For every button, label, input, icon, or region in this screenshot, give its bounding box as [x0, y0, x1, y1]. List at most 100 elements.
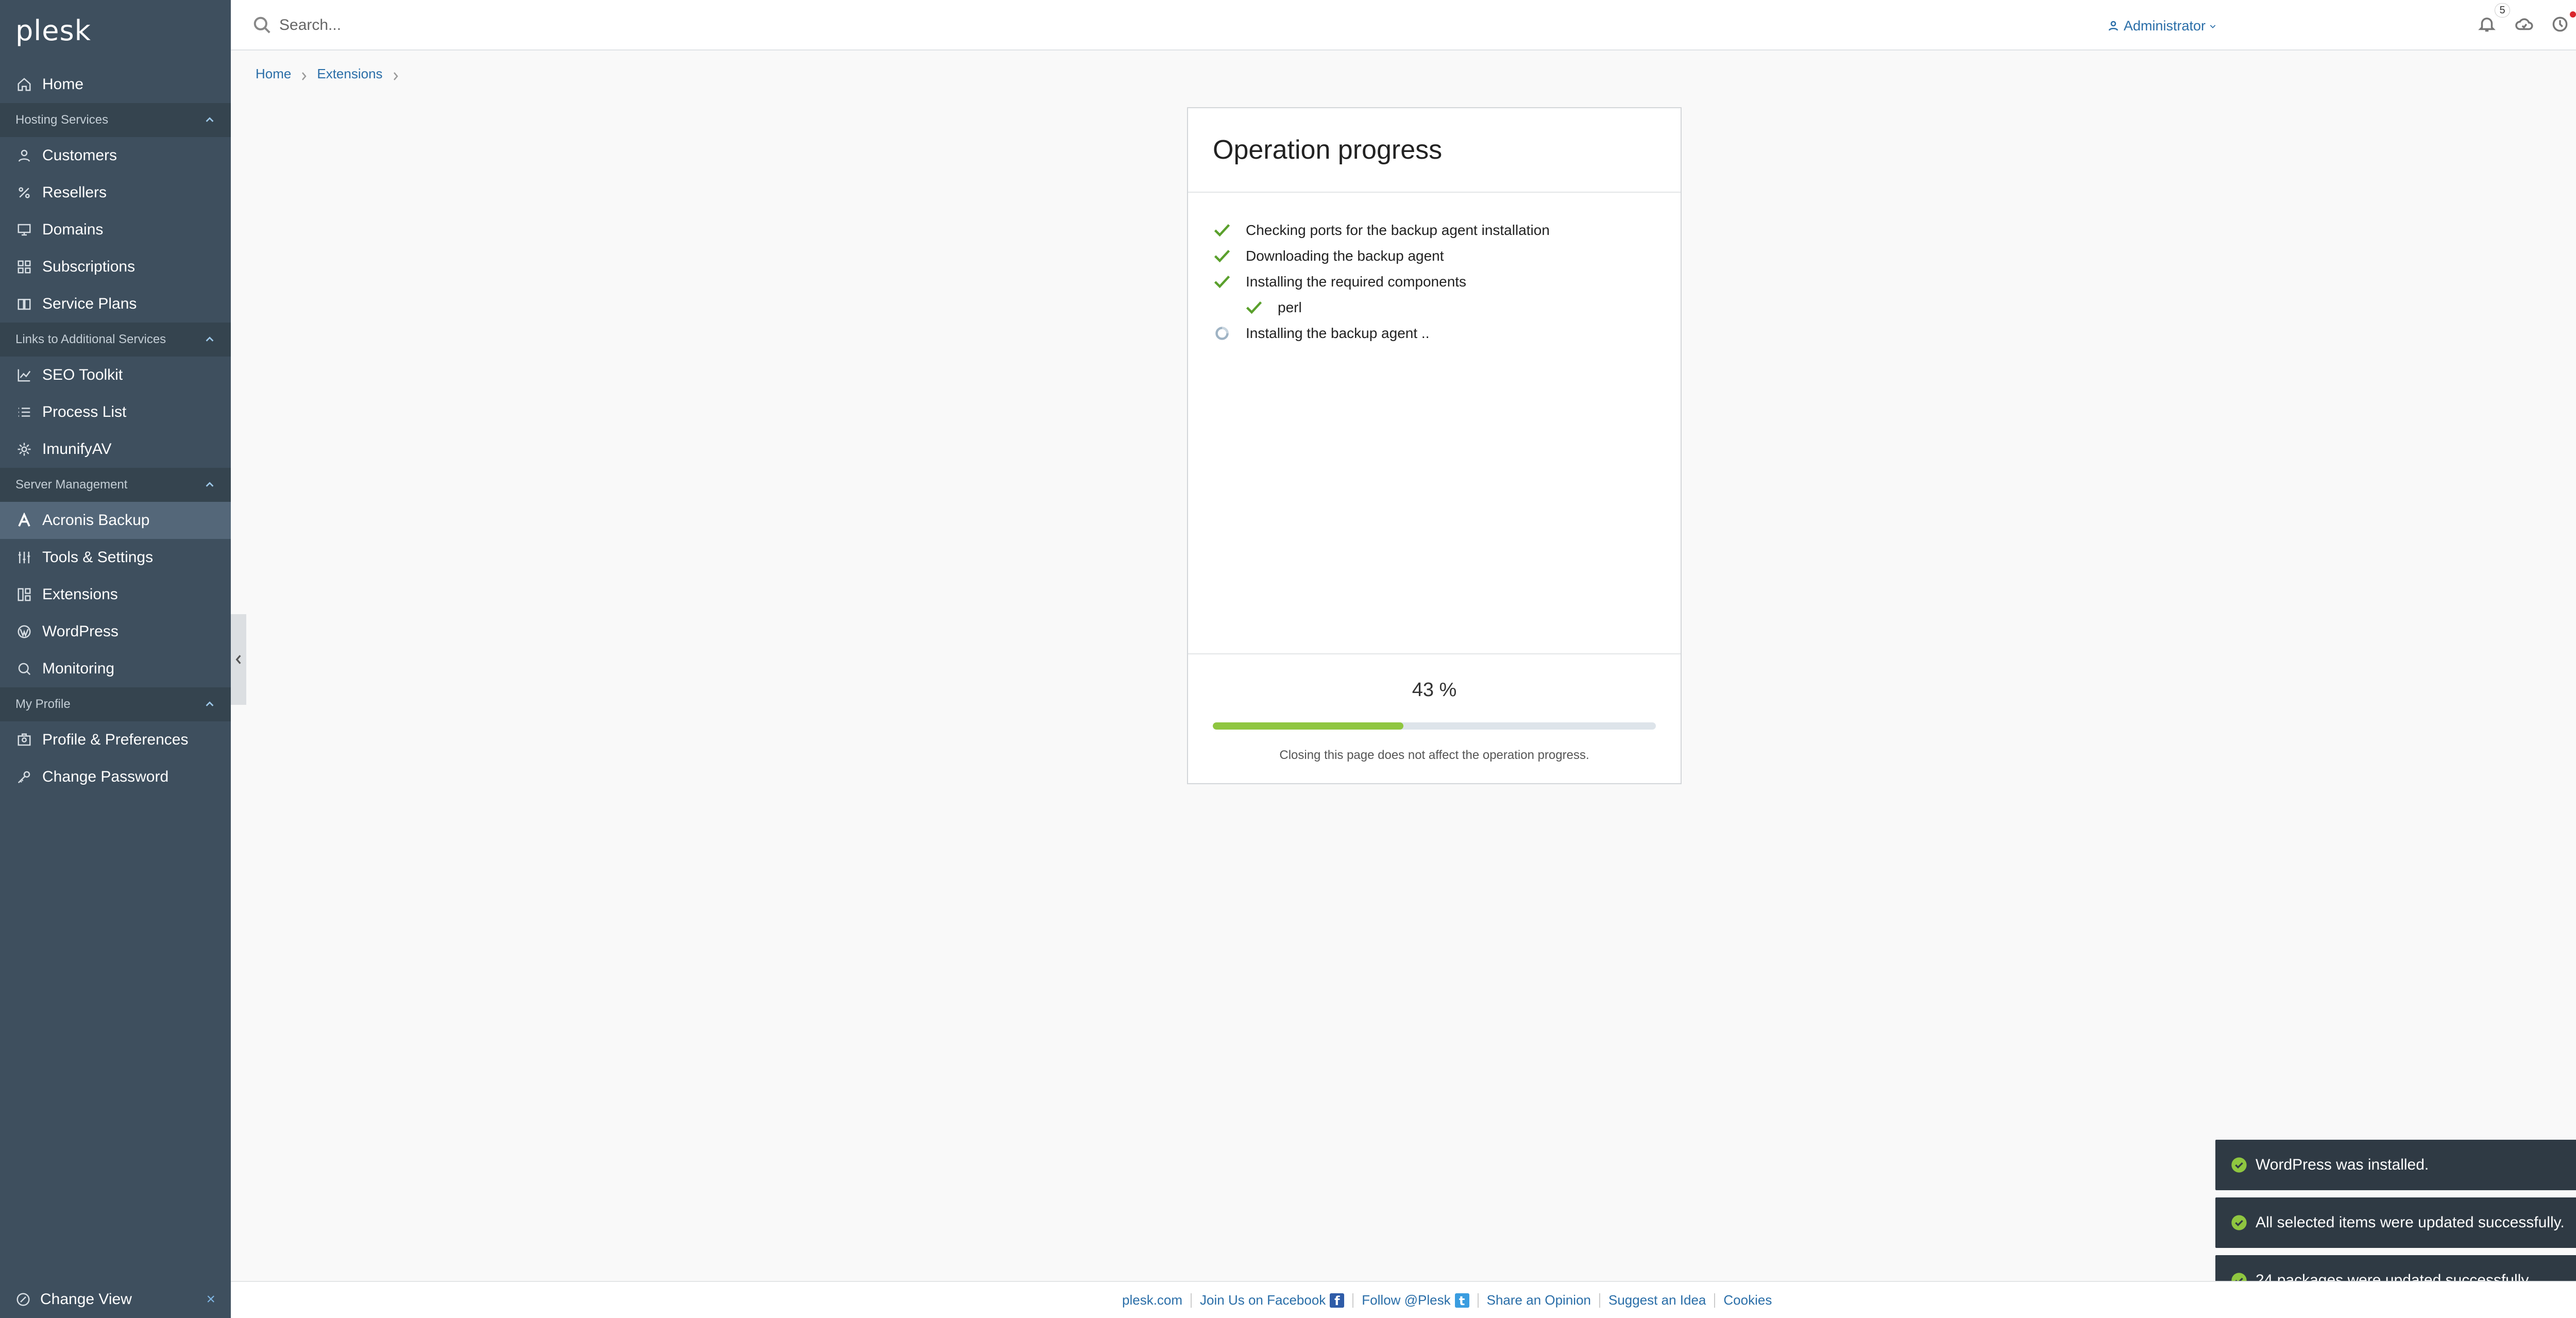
- progress-note: Closing this page does not affect the op…: [1279, 748, 1589, 762]
- sidebar-item-label: Home: [42, 76, 84, 93]
- extensions-icon: [15, 586, 33, 603]
- footer-link-label: plesk.com: [1122, 1292, 1183, 1308]
- sidebar-item-label: Acronis Backup: [42, 512, 150, 529]
- sidebar-item-tools-settings[interactable]: Tools & Settings: [0, 539, 231, 576]
- chevron-up-icon: [204, 699, 215, 710]
- sidebar-item-resellers[interactable]: Resellers: [0, 174, 231, 211]
- facebook-icon: f: [1330, 1293, 1345, 1308]
- sidebar-section-server-management[interactable]: Server Management: [0, 468, 231, 502]
- chevron-right-icon: [300, 69, 308, 80]
- sidebar-item-label: Subscriptions: [42, 258, 135, 275]
- chart-icon: [15, 366, 33, 384]
- user-menu[interactable]: Administrator: [2107, 15, 2217, 36]
- step-label: Installing the backup agent ..: [1246, 325, 1430, 341]
- gear-icon: [15, 441, 33, 458]
- divider: [1599, 1293, 1600, 1308]
- sidebar-collapse-handle[interactable]: [231, 614, 246, 705]
- progress-step: Installing the backup agent ..: [1213, 320, 1666, 346]
- user-icon: [2108, 21, 2119, 31]
- profile-icon: [15, 731, 33, 749]
- change-view-button[interactable]: Change View ×: [0, 1281, 231, 1318]
- footer-link-label: Join Us on Facebook: [1200, 1292, 1326, 1308]
- plesk-logo[interactable]: plesk: [15, 14, 91, 47]
- sidebar-item-home[interactable]: Home: [0, 66, 231, 103]
- checkmark-icon: [1213, 273, 1231, 291]
- user-icon: [15, 147, 33, 164]
- sidebar-item-label: Resellers: [42, 184, 107, 201]
- progress-steps: Checking ports for the backup agent inst…: [1213, 217, 1666, 346]
- list-icon: [15, 403, 33, 421]
- footer-link-suggest-idea[interactable]: Suggest an Idea: [1608, 1292, 1706, 1308]
- checkmark-icon: [1213, 221, 1231, 240]
- breadcrumb-extensions[interactable]: Extensions: [317, 66, 382, 82]
- progress-percent: 43 %: [1412, 679, 1457, 701]
- percent-icon: [15, 184, 33, 201]
- footer-links: plesk.com Join Us on Facebook f Follow @P…: [1122, 1292, 1772, 1308]
- sidebar-nav: Home Hosting Services Customers Reseller…: [0, 66, 231, 796]
- cloud-icon[interactable]: [2514, 14, 2535, 35]
- sidebar-item-seo-toolkit[interactable]: SEO Toolkit: [0, 357, 231, 394]
- sidebar-item-customers[interactable]: Customers: [0, 137, 231, 174]
- footer-link-twitter[interactable]: Follow @Plesk t: [1362, 1292, 1469, 1308]
- sidebar-item-service-plans[interactable]: Service Plans: [0, 285, 231, 323]
- step-label: Installing the required components: [1246, 274, 1467, 290]
- toast-message: WordPress was installed.: [2256, 1156, 2429, 1173]
- sidebar-item-imunifyav[interactable]: ImunifyAV: [0, 431, 231, 468]
- sidebar-section-links-additional[interactable]: Links to Additional Services: [0, 323, 231, 357]
- step-label: Downloading the backup agent: [1246, 248, 1444, 264]
- sidebar-item-label: Profile & Preferences: [42, 731, 189, 748]
- check-circle-icon: [2231, 1214, 2247, 1231]
- breadcrumb-home[interactable]: Home: [256, 66, 291, 82]
- sidebar-item-label: Change Password: [42, 768, 169, 785]
- progress-bar-fill: [1213, 722, 1403, 730]
- top-bar: [231, 0, 2576, 50]
- change-view-label: Change View: [40, 1291, 132, 1308]
- footer-link-cookies[interactable]: Cookies: [1723, 1292, 1772, 1308]
- change-view-icon: [15, 1292, 31, 1307]
- chevron-right-icon: [392, 69, 399, 80]
- progress-step: Checking ports for the backup agent inst…: [1213, 217, 1666, 243]
- alert-dot: [2570, 11, 2576, 18]
- sidebar-item-label: SEO Toolkit: [42, 366, 123, 383]
- sidebar-item-wordpress[interactable]: WordPress: [0, 613, 231, 650]
- sidebar-item-change-password[interactable]: Change Password: [0, 758, 231, 796]
- book-icon: [15, 295, 33, 313]
- sidebar-item-label: Tools & Settings: [42, 549, 154, 566]
- checkmark-icon: [1245, 298, 1263, 317]
- sidebar-section-title: My Profile: [15, 697, 71, 711]
- footer-link-share-opinion[interactable]: Share an Opinion: [1487, 1292, 1591, 1308]
- grid-icon: [15, 258, 33, 276]
- step-label: perl: [1278, 299, 1302, 315]
- sidebar-item-subscriptions[interactable]: Subscriptions: [0, 248, 231, 285]
- sidebar-item-acronis-backup[interactable]: Acronis Backup: [0, 502, 231, 539]
- footer-link-plesk[interactable]: plesk.com: [1122, 1292, 1182, 1308]
- sidebar-item-domains[interactable]: Domains: [0, 211, 231, 248]
- updates-icon[interactable]: [2550, 14, 2571, 35]
- dialog-header: Operation progress: [1188, 108, 1681, 193]
- key-icon: [15, 768, 33, 786]
- sidebar-item-label: Domains: [42, 221, 104, 238]
- notification-count-badge: 5: [2495, 3, 2510, 18]
- divider: [1714, 1293, 1716, 1308]
- step-label: Checking ports for the backup agent inst…: [1246, 222, 1550, 238]
- wordpress-icon: [15, 623, 33, 640]
- chevron-up-icon: [204, 334, 215, 345]
- close-icon[interactable]: ×: [206, 1291, 215, 1308]
- acronis-icon: [15, 512, 33, 529]
- sidebar-section-hosting-services[interactable]: Hosting Services: [0, 103, 231, 137]
- footer-link-facebook[interactable]: Join Us on Facebook f: [1200, 1292, 1345, 1308]
- twitter-icon: t: [1454, 1293, 1469, 1308]
- search-input[interactable]: [279, 13, 743, 37]
- toast-message: All selected items were updated successf…: [2256, 1214, 2565, 1231]
- sidebar-item-monitoring[interactable]: Monitoring: [0, 650, 231, 687]
- sidebar-item-profile-preferences[interactable]: Profile & Preferences: [0, 721, 231, 758]
- chevron-up-icon: [204, 479, 215, 491]
- progress-bar: [1213, 722, 1656, 730]
- search-icon: [252, 15, 272, 35]
- sidebar-section-my-profile[interactable]: My Profile: [0, 687, 231, 721]
- sidebar-item-extensions[interactable]: Extensions: [0, 576, 231, 613]
- notifications-icon[interactable]: [2477, 14, 2498, 35]
- sidebar-item-process-list[interactable]: Process List: [0, 394, 231, 431]
- footer-link-label: Share an Opinion: [1486, 1292, 1591, 1308]
- footer-link-label: Suggest an Idea: [1608, 1292, 1706, 1308]
